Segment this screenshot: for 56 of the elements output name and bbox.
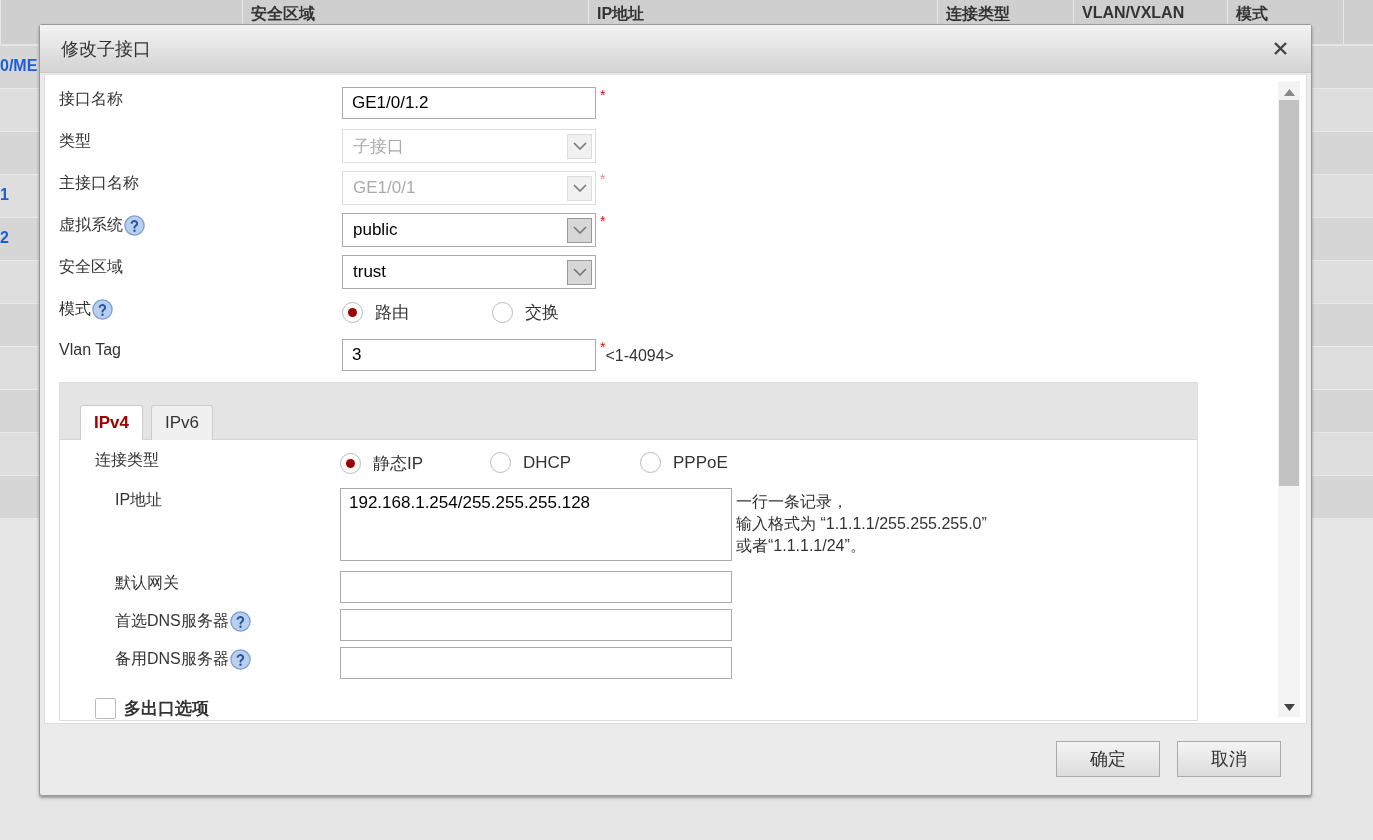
field-label: 首选DNS服务器 (115, 611, 229, 631)
radio-label: DHCP (523, 452, 572, 473)
text-field[interactable] (340, 609, 732, 641)
help-icon[interactable] (92, 299, 113, 320)
checkbox-label: 多出口选项 (124, 698, 209, 720)
field-label: 连接类型 (95, 450, 160, 470)
help-icon[interactable] (229, 611, 251, 632)
help-icon[interactable] (229, 649, 251, 670)
range-hint: <1-4094> (605, 347, 674, 365)
text-field[interactable]: GE1/0/1.2 (342, 87, 596, 119)
radio-button[interactable] (492, 302, 513, 323)
scrollbar[interactable] (1278, 81, 1300, 717)
radio-button[interactable] (342, 302, 363, 323)
field-label: 主接口名称 (59, 173, 139, 193)
radio-button[interactable] (490, 452, 511, 473)
required-mark: * (600, 171, 606, 187)
scroll-down-icon[interactable] (1283, 704, 1295, 711)
dropdown-field[interactable]: public (342, 213, 596, 247)
radio-button[interactable] (340, 453, 361, 474)
format-hint: 或者“1.1.1.1/24”。 (736, 536, 867, 556)
chevron-down-icon (572, 226, 587, 234)
required-mark: * (600, 87, 606, 103)
field-label: 虚拟系统 (59, 215, 123, 235)
text-field[interactable] (340, 647, 732, 679)
tab[interactable]: IPv4 (80, 405, 143, 440)
text-field[interactable] (340, 571, 732, 603)
chevron-down-icon (572, 184, 587, 192)
help-icon[interactable] (124, 215, 145, 236)
checkbox[interactable] (95, 698, 116, 719)
tab[interactable]: IPv6 (151, 405, 213, 440)
text-field[interactable]: 3 (342, 339, 596, 371)
field-label: 备用DNS服务器 (115, 649, 229, 669)
close-icon[interactable] (1274, 42, 1287, 55)
field-label: 模式 (59, 299, 91, 319)
radio-button[interactable] (640, 452, 661, 473)
format-hint: 一行一条记录， (736, 492, 849, 512)
field-label: Vlan Tag (59, 341, 121, 359)
required-mark: * (600, 213, 606, 229)
radio-label: PPPoE (673, 452, 728, 473)
radio-label: 交换 (525, 302, 559, 324)
dialog-button[interactable]: 确定 (1056, 741, 1160, 777)
field-label: IP地址 (114, 490, 164, 510)
radio-label: 路由 (375, 302, 409, 324)
chevron-down-icon (572, 142, 587, 150)
field-label: 默认网关 (115, 573, 179, 593)
required-mark: * (600, 339, 606, 355)
format-hint: 输入格式为 “1.1.1.1/255.255.255.0” (736, 514, 987, 534)
radio-label: 静态IP (373, 453, 424, 475)
chevron-down-icon (572, 268, 587, 276)
dropdown-field[interactable]: trust (342, 255, 596, 289)
dialog-button[interactable]: 取消 (1177, 741, 1281, 777)
field-label: 类型 (59, 131, 91, 151)
field-label: 安全区域 (59, 257, 123, 277)
ip-address-field[interactable]: 192.168.1.254/255.255.255.128 (340, 488, 732, 561)
field-label: 接口名称 (59, 89, 123, 109)
dialog-title: 修改子接口 (61, 37, 151, 61)
